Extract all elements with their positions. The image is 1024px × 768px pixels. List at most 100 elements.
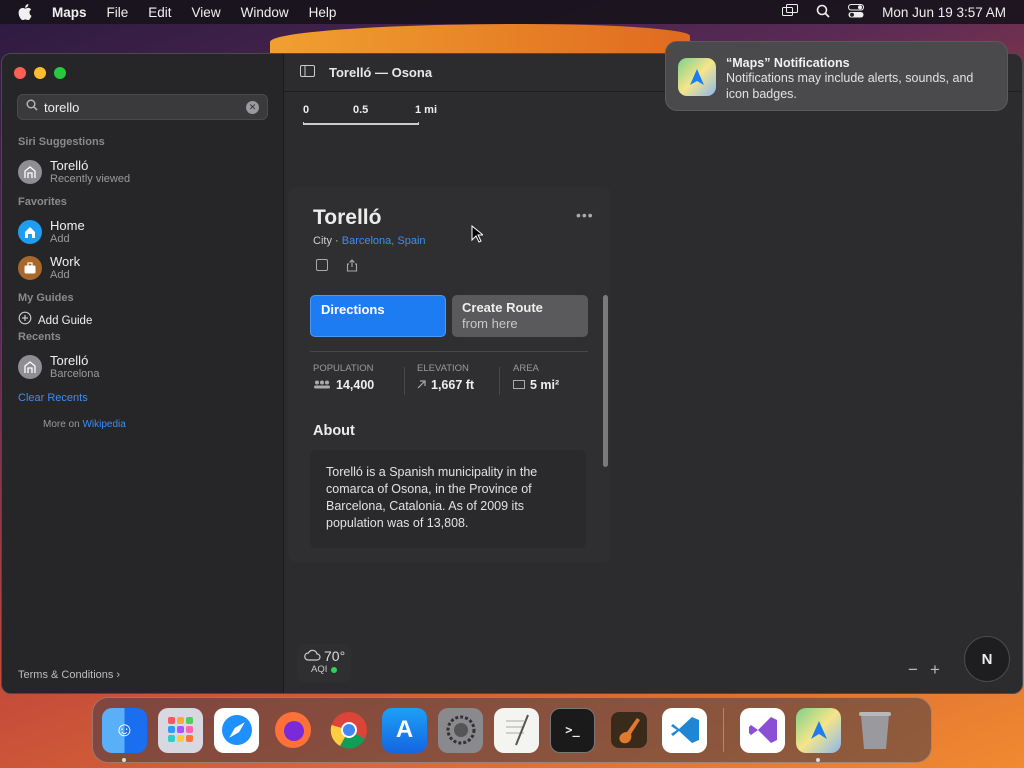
dock-separator: [723, 708, 724, 752]
add-guide-button[interactable]: Add Guide: [18, 311, 92, 330]
control-center-icon[interactable]: [848, 3, 865, 21]
more-options-icon[interactable]: •••: [576, 207, 594, 223]
visual-studio-icon[interactable]: [740, 707, 785, 753]
running-indicator: [122, 757, 126, 762]
clear-search-icon[interactable]: ✕: [246, 100, 259, 114]
more-on-wikipedia: More on Wikipedia: [43, 419, 126, 430]
create-route-label: Create Route: [462, 300, 543, 315]
menu-bar: Maps File Edit View Window Help Mon Jun …: [0, 0, 1024, 24]
stat-population: POPULATION 14,400: [313, 363, 374, 392]
menu-edit[interactable]: Edit: [148, 5, 171, 20]
recent-item[interactable]: Torelló Barcelona: [18, 353, 100, 380]
stat-elevation: ELEVATION 1,667 ft: [417, 363, 474, 392]
add-to-guide-icon[interactable]: [316, 259, 328, 271]
menu-file[interactable]: File: [107, 5, 129, 20]
zoom-in-button[interactable]: +: [930, 660, 940, 680]
launchpad-icon[interactable]: [158, 707, 203, 753]
menu-window[interactable]: Window: [241, 5, 289, 20]
traffic-lights: [14, 67, 66, 79]
more-on-label: More on: [43, 419, 83, 430]
place-card: Torelló ••• City · Barcelona, Spain Dire…: [288, 187, 611, 562]
favorite-work[interactable]: Work Add: [18, 254, 80, 281]
firefox-icon[interactable]: [270, 708, 315, 753]
work-title: Work: [50, 254, 81, 269]
elevation-arrow-icon: [417, 378, 426, 392]
landmark-icon: [18, 159, 42, 184]
finder-icon[interactable]: ☺: [102, 707, 147, 762]
create-route-sublabel: from here: [462, 316, 518, 331]
clear-recents-link[interactable]: Clear Recents: [18, 392, 88, 404]
place-subtitle: City · Barcelona, Spain: [313, 235, 426, 247]
siri-item-title: Torelló: [50, 158, 89, 173]
menu-help[interactable]: Help: [309, 5, 337, 20]
home-title: Home: [50, 218, 85, 233]
apple-icon[interactable]: [18, 4, 36, 20]
menu-clock[interactable]: Mon Jun 19 3:57 AM: [882, 5, 1006, 20]
directions-button[interactable]: Directions: [310, 295, 446, 337]
stat-separator: [499, 367, 500, 395]
maps-icon[interactable]: [796, 707, 841, 762]
menu-app-name[interactable]: Maps: [52, 5, 87, 20]
scale-bar: [303, 122, 419, 125]
people-icon: [313, 378, 331, 392]
zoom-button[interactable]: [54, 67, 66, 79]
wikipedia-link[interactable]: Wikipedia: [82, 419, 125, 430]
population-value: 14,400: [336, 378, 375, 392]
share-icon[interactable]: [346, 259, 358, 272]
app-store-icon[interactable]: A: [382, 707, 427, 753]
scale-label-half: 0.5: [353, 104, 369, 116]
window-title: Torelló — Osona: [329, 65, 433, 80]
close-button[interactable]: [14, 67, 26, 79]
scale-label-1mi: 1 mi: [415, 104, 438, 116]
notification-banner[interactable]: “Maps” Notifications Notifications may i…: [665, 41, 1008, 111]
garageband-icon[interactable]: [606, 708, 651, 753]
aqi-label: AQI: [311, 664, 328, 675]
sidebar-toggle-icon[interactable]: [300, 64, 315, 82]
landmark-icon: [18, 354, 42, 379]
safari-icon[interactable]: [214, 707, 259, 753]
favorite-home[interactable]: Home Add: [18, 218, 85, 245]
chrome-icon[interactable]: [326, 708, 371, 753]
create-route-button[interactable]: Create Route from here: [452, 295, 588, 337]
add-guide-label: Add Guide: [38, 314, 93, 327]
area-value: 5 mi²: [530, 378, 560, 392]
system-settings-icon[interactable]: [438, 707, 483, 753]
search-input[interactable]: [44, 99, 240, 115]
screen-mirroring-icon[interactable]: [782, 4, 799, 20]
compass-north-label: N: [981, 650, 993, 668]
divider: [310, 351, 588, 352]
siri-suggestion-item[interactable]: Torelló Recently viewed: [18, 158, 130, 185]
siri-suggestions-heading: Siri Suggestions: [18, 136, 105, 148]
place-location-link[interactable]: Barcelona, Spain: [342, 235, 426, 247]
zoom-out-button[interactable]: −: [908, 660, 918, 680]
minimize-button[interactable]: [34, 67, 46, 79]
work-subtitle: Add: [50, 269, 70, 281]
notification-body: Notifications may include alerts, sounds…: [726, 71, 974, 101]
siri-item-subtitle: Recently viewed: [50, 173, 131, 185]
home-subtitle: Add: [50, 233, 70, 245]
menu-view[interactable]: View: [192, 5, 221, 20]
briefcase-icon: [18, 255, 42, 280]
about-text: Torelló is a Spanish municipality in the…: [310, 450, 586, 548]
stat-separator: [404, 367, 405, 395]
weather-widget[interactable]: 70° AQI: [297, 644, 351, 682]
search-field[interactable]: ✕: [17, 94, 268, 120]
maps-app-icon: [678, 58, 716, 96]
terms-link[interactable]: Terms & Conditions ›: [18, 669, 120, 681]
favorites-heading: Favorites: [18, 196, 67, 208]
card-scrollbar[interactable]: [603, 295, 608, 467]
sidebar: ✕ Siri Suggestions TorellóRecently viewe…: [2, 54, 284, 693]
population-label: POPULATION: [313, 363, 374, 374]
terminal-icon[interactable]: >_: [550, 707, 595, 753]
running-indicator: [816, 757, 820, 762]
trash-icon[interactable]: [852, 708, 897, 753]
scale-label-0: 0: [303, 104, 310, 116]
my-guides-heading: My Guides: [18, 292, 74, 304]
compass-icon[interactable]: N: [964, 636, 1010, 682]
zoom-controls: − +: [908, 660, 940, 680]
elevation-label: ELEVATION: [417, 363, 469, 374]
textedit-icon[interactable]: [494, 707, 539, 753]
cloud-icon: [303, 648, 321, 664]
spotlight-search-icon[interactable]: [816, 4, 830, 21]
vscode-icon[interactable]: [662, 707, 707, 753]
